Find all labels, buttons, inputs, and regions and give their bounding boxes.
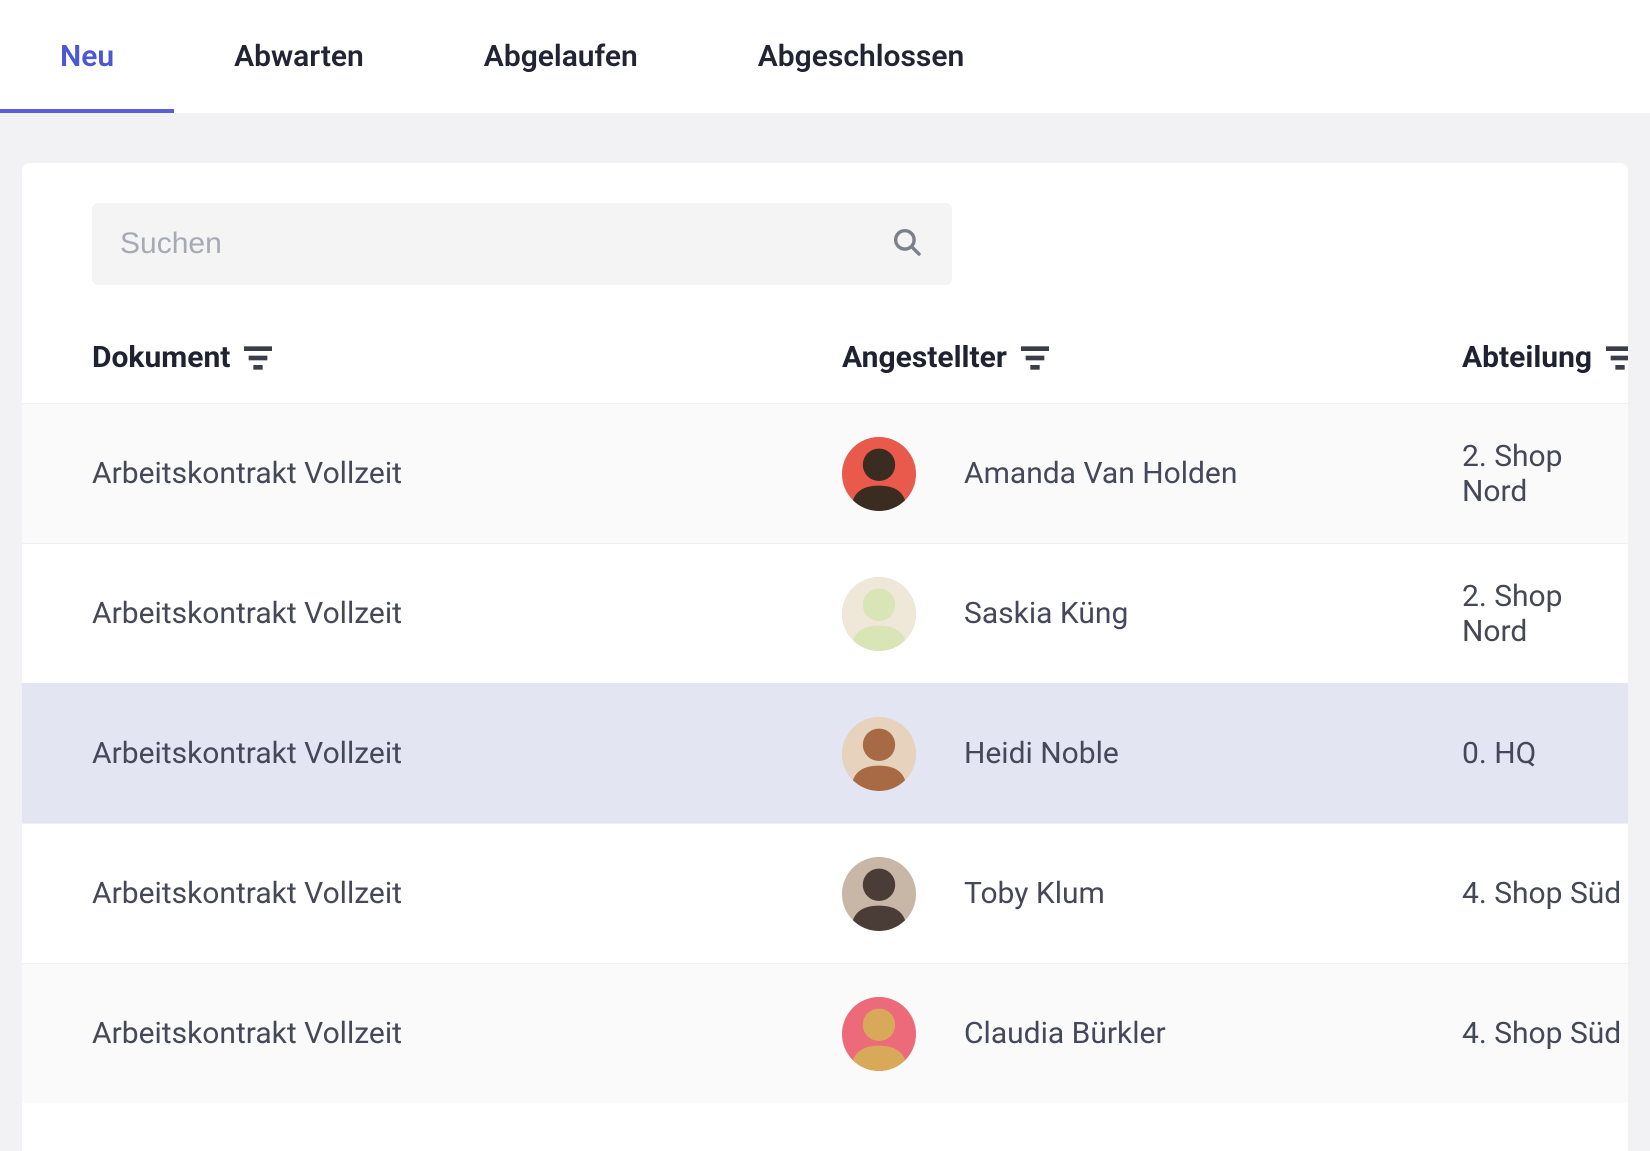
- employee-name: Saskia Küng: [964, 596, 1128, 631]
- col-employee[interactable]: Angestellter: [842, 340, 1462, 375]
- table-row[interactable]: Arbeitskontrakt Vollzeit Heidi Noble 0. H…: [22, 683, 1628, 823]
- cell-department: 4. Shop Süd: [1462, 876, 1628, 911]
- employee-name: Toby Klum: [964, 876, 1105, 911]
- cell-department: 2. Shop Nord: [1462, 439, 1628, 509]
- cell-department: 4. Shop Süd: [1462, 1016, 1628, 1051]
- documents-table: Dokument Angestellter: [22, 340, 1628, 1103]
- table-row[interactable]: Arbeitskontrakt Vollzeit Toby Klum 4. Sho…: [22, 823, 1628, 963]
- filter-icon[interactable]: [1606, 346, 1628, 370]
- search-input[interactable]: [120, 227, 890, 261]
- tabs-bar: Neu Abwarten Abgelaufen Abgeschlossen: [0, 0, 1650, 113]
- cell-document: Arbeitskontrakt Vollzeit: [92, 1016, 842, 1051]
- filter-icon[interactable]: [1021, 346, 1049, 370]
- cell-department: 0. HQ: [1462, 736, 1628, 771]
- cell-employee: Saskia Küng: [842, 577, 1462, 651]
- search-icon[interactable]: [890, 225, 924, 263]
- employee-name: Heidi Noble: [964, 736, 1119, 771]
- employee-name: Claudia Bürkler: [964, 1016, 1166, 1051]
- table-row[interactable]: Arbeitskontrakt Vollzeit Amanda Van Hold…: [22, 403, 1628, 543]
- cell-document: Arbeitskontrakt Vollzeit: [92, 876, 842, 911]
- avatar: [842, 717, 916, 791]
- cell-employee: Amanda Van Holden: [842, 437, 1462, 511]
- cell-document: Arbeitskontrakt Vollzeit: [92, 596, 842, 631]
- table-row[interactable]: Arbeitskontrakt Vollzeit Saskia Küng 2. S…: [22, 543, 1628, 683]
- avatar: [842, 437, 916, 511]
- tab-abgelaufen[interactable]: Abgelaufen: [424, 0, 698, 113]
- table-header: Dokument Angestellter: [22, 340, 1628, 403]
- search-wrap: [92, 203, 952, 285]
- cell-employee: Claudia Bürkler: [842, 997, 1462, 1071]
- tab-abgeschlossen[interactable]: Abgeschlossen: [698, 0, 1024, 113]
- avatar: [842, 577, 916, 651]
- cell-department: 2. Shop Nord: [1462, 579, 1628, 649]
- col-document[interactable]: Dokument: [92, 340, 842, 375]
- col-department-label: Abteilung: [1462, 340, 1592, 375]
- col-department[interactable]: Abteilung: [1462, 340, 1628, 375]
- filter-icon[interactable]: [244, 346, 272, 370]
- cell-employee: Heidi Noble: [842, 717, 1462, 791]
- avatar: [842, 997, 916, 1071]
- tab-neu[interactable]: Neu: [0, 0, 174, 113]
- tab-abwarten[interactable]: Abwarten: [174, 0, 424, 113]
- cell-document: Arbeitskontrakt Vollzeit: [92, 456, 842, 491]
- avatar: [842, 857, 916, 931]
- cell-employee: Toby Klum: [842, 857, 1462, 931]
- employee-name: Amanda Van Holden: [964, 456, 1237, 491]
- cell-document: Arbeitskontrakt Vollzeit: [92, 736, 842, 771]
- content-panel: Dokument Angestellter: [22, 163, 1628, 1151]
- col-document-label: Dokument: [92, 340, 230, 375]
- table-row[interactable]: Arbeitskontrakt Vollzeit Claudia Bürkler…: [22, 963, 1628, 1103]
- col-employee-label: Angestellter: [842, 340, 1007, 375]
